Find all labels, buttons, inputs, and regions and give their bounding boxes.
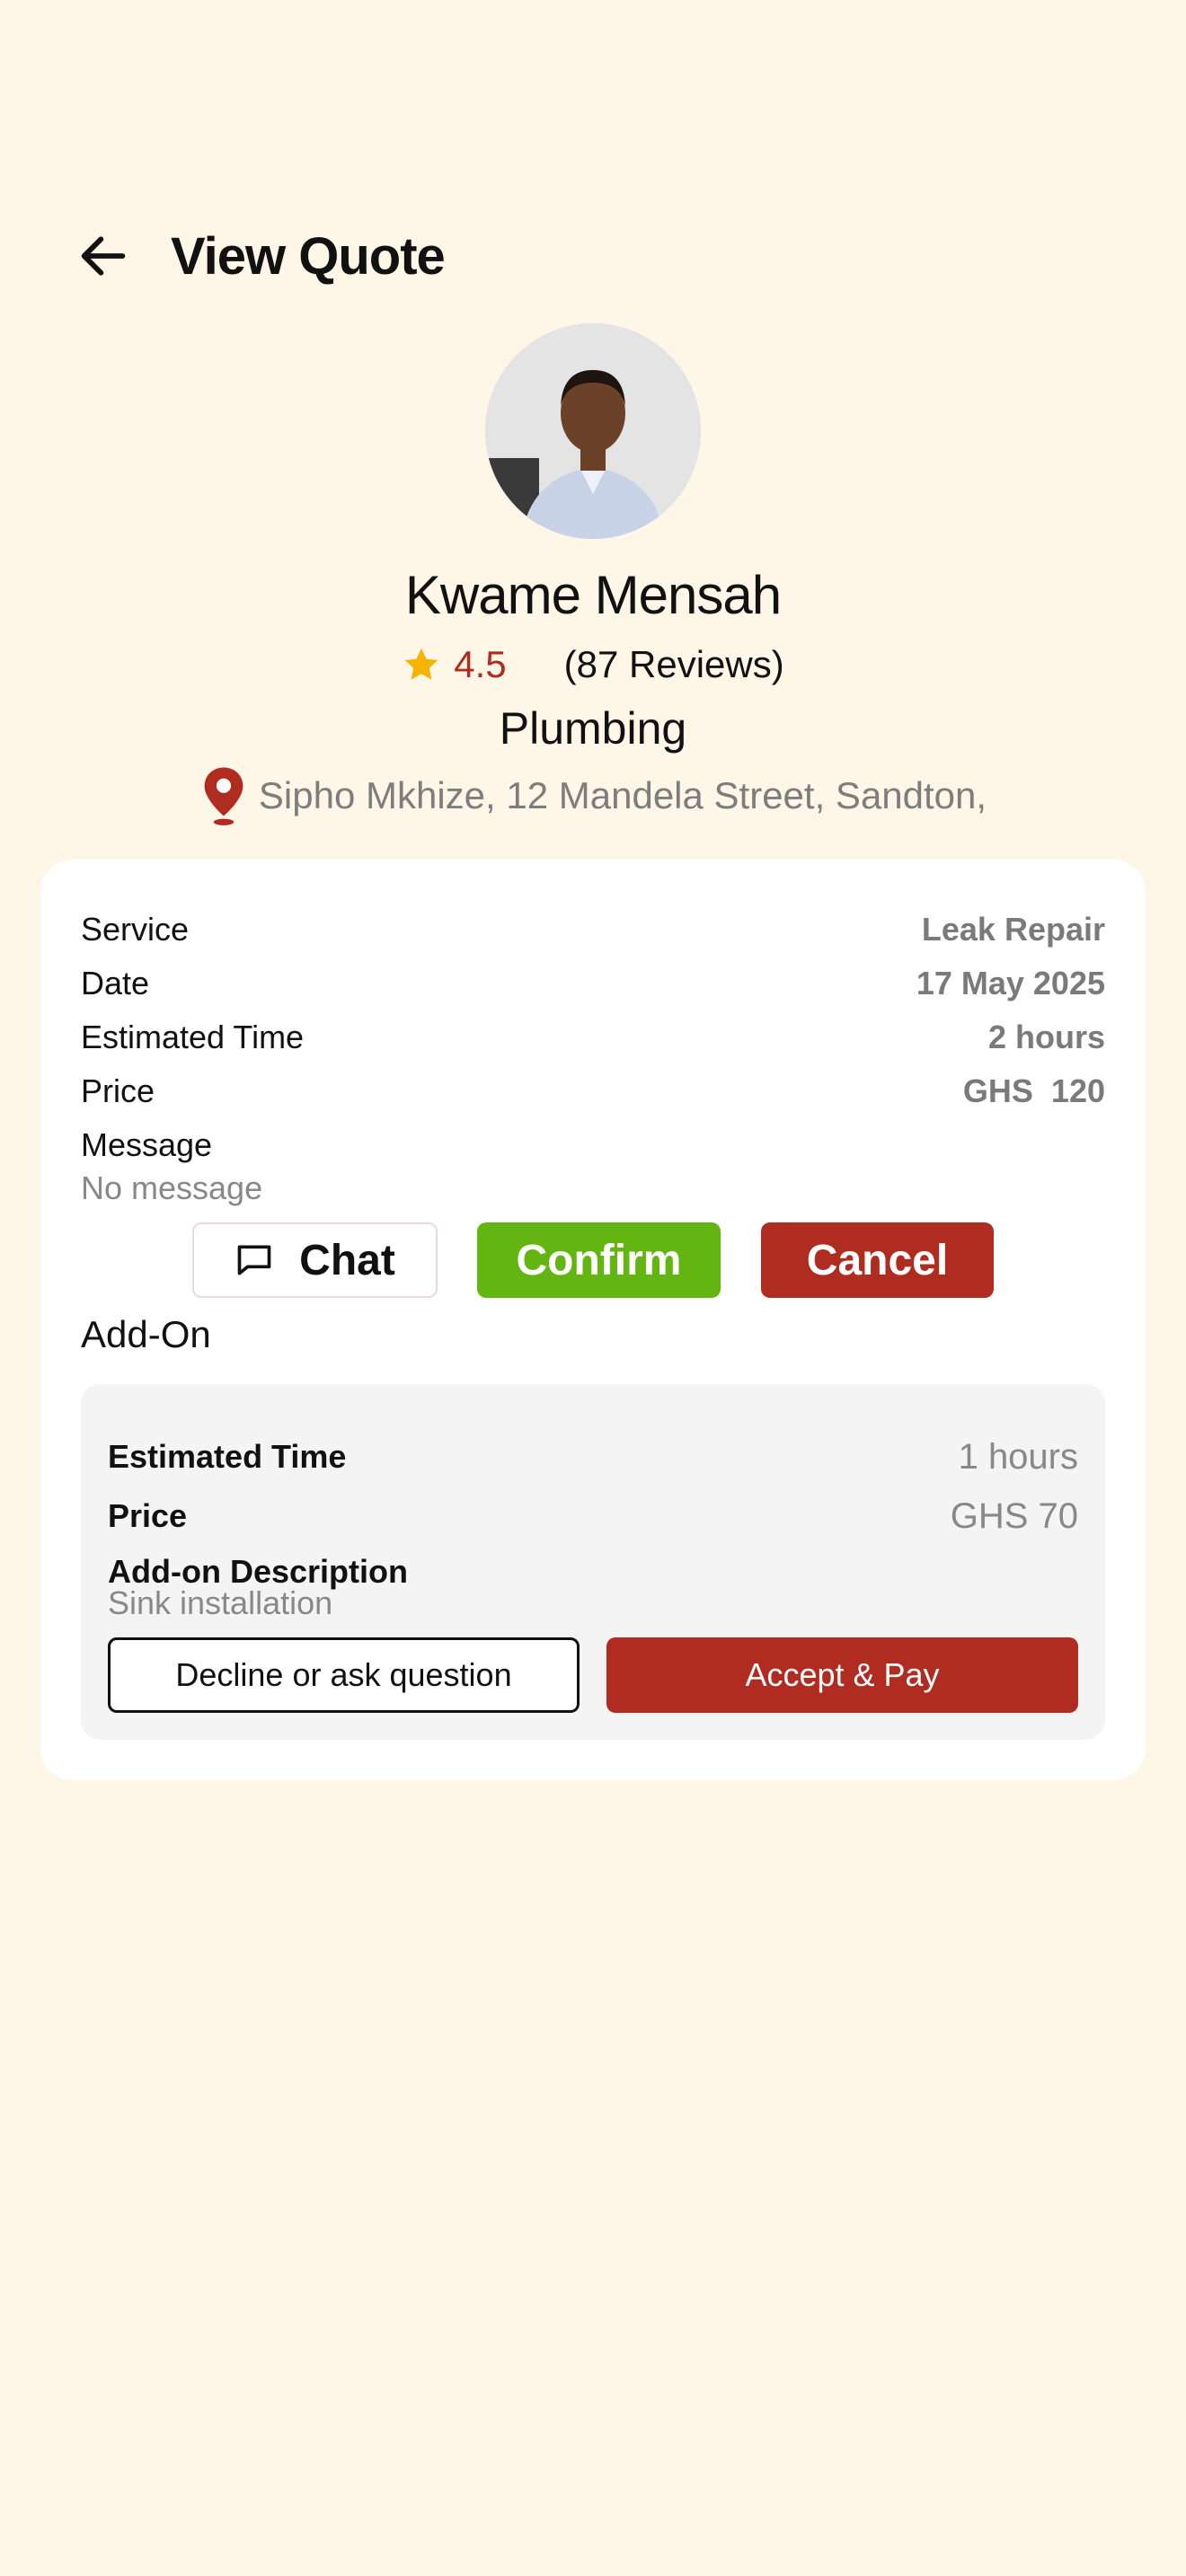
message-row: Message — [81, 1123, 1105, 1168]
addon-desc-value: Sink installation — [108, 1584, 333, 1621]
time-label: Estimated Time — [81, 1019, 305, 1055]
time-value: 2 hours — [987, 1019, 1105, 1055]
addon-price-value: GHS 70 — [950, 1495, 1078, 1536]
header: View Quote — [72, 225, 446, 287]
rating-row: 4.5 (87 Reviews) — [0, 643, 1186, 686]
arrow-left-icon — [81, 236, 126, 276]
location-row: Sipho Mkhize, 12 Mandela Street, Sandton… — [0, 765, 1186, 826]
date-value: 17 May 2025 — [916, 965, 1105, 1001]
chat-label: Chat — [299, 1236, 395, 1284]
message-value: No message — [81, 1169, 263, 1206]
accept-pay-button[interactable]: Accept & Pay — [606, 1637, 1078, 1713]
page-title: View Quote — [171, 226, 446, 286]
provider-name: Kwame Mensah — [404, 565, 782, 625]
location-text: Sipho Mkhize, 12 Mandela Street, Sandton… — [258, 774, 987, 816]
service-row: Service Leak Repair — [81, 907, 1105, 952]
date-label: Date — [81, 965, 150, 1001]
service-value: Leak Repair — [921, 911, 1105, 948]
addon-price-label: Price — [108, 1497, 188, 1534]
location-pin-icon — [204, 767, 243, 825]
price-label: Price — [81, 1072, 155, 1109]
addon-time-label: Estimated Time — [108, 1438, 347, 1475]
addon-time-value: 1 hours — [958, 1436, 1078, 1477]
back-button[interactable] — [72, 225, 135, 287]
rating-value: 4.5 — [454, 643, 507, 685]
chat-bubble-icon — [237, 1245, 271, 1275]
cancel-button[interactable]: Cancel — [761, 1222, 994, 1298]
service-category: Plumbing — [499, 703, 687, 754]
avatar — [485, 323, 701, 539]
decline-button[interactable]: Decline or ask question — [108, 1637, 580, 1713]
date-row: Date 17 May 2025 — [81, 961, 1105, 1006]
time-row: Estimated Time 2 hours — [81, 1015, 1105, 1060]
review-count[interactable]: (87 Reviews) — [564, 643, 784, 686]
service-label: Service — [81, 911, 190, 948]
addon-time-row: Estimated Time 1 hours — [108, 1434, 1078, 1479]
addon-price-row: Price GHS 70 — [108, 1494, 1078, 1539]
addon-title: Add-On — [81, 1313, 211, 1355]
message-label: Message — [81, 1126, 213, 1163]
chat-button[interactable]: Chat — [192, 1222, 438, 1298]
confirm-button[interactable]: Confirm — [477, 1222, 721, 1298]
price-value: GHS 120 — [962, 1072, 1105, 1109]
price-row: Price GHS 120 — [81, 1069, 1105, 1114]
star-icon — [404, 648, 438, 680]
